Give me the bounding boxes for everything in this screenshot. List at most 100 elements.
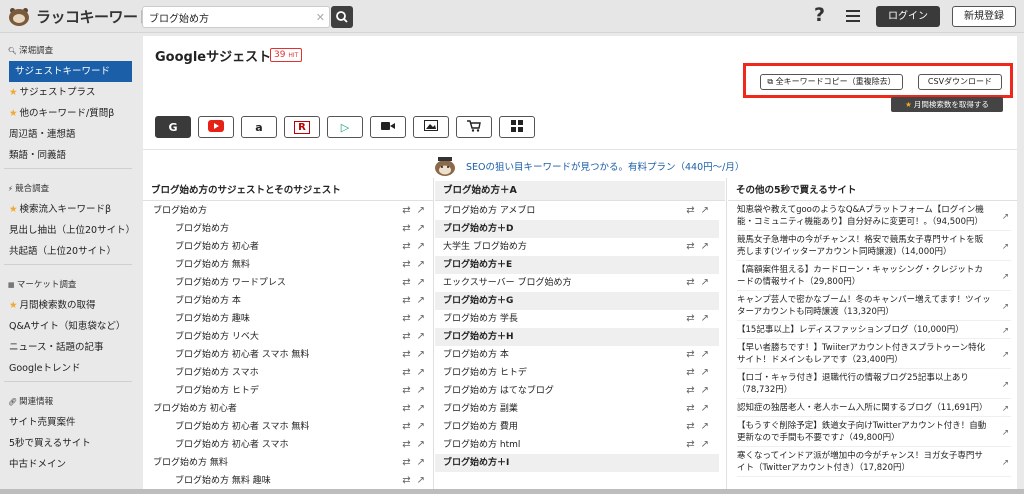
- site-listing[interactable]: 認知症の独居老人・老人ホーム入所に関するブログ（11,691円） ↗: [737, 400, 1011, 417]
- sidebar-item[interactable]: ★ 検索流入キーワードβ: [0, 199, 111, 220]
- keyword-row[interactable]: ブログ始め方 無料 ⇄ ↗: [153, 454, 425, 472]
- external-link-icon[interactable]: ↗: [1002, 427, 1009, 439]
- external-link-icon[interactable]: ↗: [701, 436, 709, 454]
- keyword-row[interactable]: ブログ始め方 はてなブログ ⇄ ↗: [435, 382, 719, 400]
- sidebar-item[interactable]: Q&Aサイト（知恵袋など）: [0, 316, 125, 337]
- keyword-row[interactable]: ブログ始め方 初心者 スマホ ⇄ ↗: [153, 436, 425, 454]
- keyword-row[interactable]: ブログ始め方 スマホ ⇄ ↗: [153, 364, 425, 382]
- external-link-icon[interactable]: ↗: [417, 238, 425, 256]
- sidebar-item[interactable]: ★ 月間検索数の取得: [0, 295, 96, 316]
- engine-button-video[interactable]: [370, 116, 406, 138]
- repeat-icon[interactable]: ⇄: [402, 346, 410, 364]
- keyword-row[interactable]: ブログ始め方 副業 ⇄ ↗: [435, 400, 719, 418]
- external-link-icon[interactable]: ↗: [1002, 211, 1009, 223]
- repeat-icon[interactable]: ⇄: [402, 202, 410, 220]
- external-link-icon[interactable]: ↗: [417, 310, 425, 328]
- keyword-row[interactable]: ブログ始め方 無料 趣味 ⇄ ↗: [153, 472, 425, 490]
- keyword-row[interactable]: ブログ始め方 初心者 ⇄ ↗: [153, 238, 425, 256]
- sidebar-item[interactable]: 5秒で買えるサイト: [0, 433, 91, 454]
- keyword-row[interactable]: ブログ始め方 本 ⇄ ↗: [435, 346, 719, 364]
- search-input[interactable]: [143, 7, 308, 27]
- repeat-icon[interactable]: ⇄: [402, 310, 410, 328]
- keyword-row[interactable]: ブログ始め方 学長 ⇄ ↗: [435, 310, 719, 328]
- external-link-icon[interactable]: ↗: [417, 202, 425, 220]
- repeat-icon[interactable]: ⇄: [686, 382, 694, 400]
- sidebar-item[interactable]: Googleトレンド: [0, 358, 81, 379]
- engine-button-google[interactable]: G: [155, 116, 191, 138]
- external-link-icon[interactable]: ↗: [701, 310, 709, 328]
- repeat-icon[interactable]: ⇄: [402, 382, 410, 400]
- repeat-icon[interactable]: ⇄: [686, 346, 694, 364]
- engine-button-grid[interactable]: [499, 116, 535, 138]
- site-listing[interactable]: 寒くなってインドア派が増加中の今がチャンス！ヨガ女子専門サイト（Twitterア…: [737, 448, 1011, 477]
- keyword-row[interactable]: ブログ始め方 無料 ⇄ ↗: [153, 256, 425, 274]
- repeat-icon[interactable]: ⇄: [402, 400, 410, 418]
- external-link-icon[interactable]: ↗: [701, 418, 709, 436]
- keyword-row[interactable]: ブログ始め方 初心者 スマホ 無料 ⇄ ↗: [153, 346, 425, 364]
- external-link-icon[interactable]: ↗: [417, 220, 425, 238]
- external-link-icon[interactable]: ↗: [701, 238, 709, 256]
- keyword-row[interactable]: 大学生 ブログ始め方 ⇄ ↗: [435, 238, 719, 256]
- repeat-icon[interactable]: ⇄: [402, 328, 410, 346]
- repeat-icon[interactable]: ⇄: [402, 364, 410, 382]
- sidebar-item[interactable]: ニュース・話題の記事: [0, 337, 104, 358]
- csv-download-button[interactable]: CSVダウンロード: [918, 74, 1002, 90]
- external-link-icon[interactable]: ↗: [417, 364, 425, 382]
- external-link-icon[interactable]: ↗: [417, 400, 425, 418]
- engine-button-bing[interactable]: ▷: [327, 116, 363, 138]
- hamburger-menu-icon[interactable]: [846, 10, 860, 25]
- clear-icon[interactable]: ✕: [316, 11, 325, 24]
- keyword-row[interactable]: ブログ始め方 費用 ⇄ ↗: [435, 418, 719, 436]
- repeat-icon[interactable]: ⇄: [686, 310, 694, 328]
- external-link-icon[interactable]: ↗: [701, 274, 709, 292]
- external-link-icon[interactable]: ↗: [701, 382, 709, 400]
- site-listing[interactable]: 【15記事以上】レディスファッションブログ（10,000円） ↗: [737, 322, 1011, 339]
- sidebar-item[interactable]: サジェストキーワード: [9, 61, 132, 82]
- repeat-icon[interactable]: ⇄: [402, 274, 410, 292]
- external-link-icon[interactable]: ↗: [417, 436, 425, 454]
- keyword-row[interactable]: エックスサーバー ブログ始め方 ⇄ ↗: [435, 274, 719, 292]
- external-link-icon[interactable]: ↗: [1002, 271, 1009, 283]
- keyword-row[interactable]: ブログ始め方 ヒトデ ⇄ ↗: [435, 364, 719, 382]
- site-listing[interactable]: 【早い者勝ちです！】Twiiterアカウント付きスプラトゥーン特化サイト！ドメイ…: [737, 340, 1011, 369]
- keyword-row[interactable]: ブログ始め方 趣味 ⇄ ↗: [153, 310, 425, 328]
- site-listing[interactable]: キャンプ芸人で密かなブーム！冬のキャンパー増えてます！ツイッターアカウントも同時…: [737, 292, 1011, 321]
- repeat-icon[interactable]: ⇄: [402, 292, 410, 310]
- site-listing[interactable]: 知恵袋や教えてgooのようなQ&Aプラットフォーム【ログイン機能・コミュニティ機…: [737, 202, 1011, 231]
- site-listing[interactable]: 【ロゴ・キャラ付き】退職代行の情報ブログ25記事以上あり（78,732円） ↗: [737, 370, 1011, 399]
- repeat-icon[interactable]: ⇄: [402, 472, 410, 490]
- keyword-row[interactable]: ブログ始め方 初心者 ⇄ ↗: [153, 400, 425, 418]
- keyword-row[interactable]: ブログ始め方 html ⇄ ↗: [435, 436, 719, 454]
- engine-button-youtube[interactable]: [198, 116, 234, 138]
- external-link-icon[interactable]: ↗: [417, 346, 425, 364]
- sidebar-item[interactable]: 中古ドメイン: [0, 454, 66, 475]
- keyword-row[interactable]: ブログ始め方 ⇄ ↗: [153, 202, 425, 220]
- promo-banner[interactable]: SEOの狙い目キーワードが見つかる。有料プラン（440円〜/月）: [432, 155, 744, 177]
- bottom-scrollbar[interactable]: [0, 489, 1024, 494]
- external-link-icon[interactable]: ↗: [417, 382, 425, 400]
- site-listing[interactable]: 【高額案件狙える】カードローン・キャッシング・クレジットカードの情報サイト（29…: [737, 262, 1011, 291]
- repeat-icon[interactable]: ⇄: [402, 256, 410, 274]
- engine-button-amazon[interactable]: a: [241, 116, 277, 138]
- repeat-icon[interactable]: ⇄: [686, 202, 694, 220]
- repeat-icon[interactable]: ⇄: [686, 400, 694, 418]
- logo[interactable]: ラッコキーワード: [8, 6, 153, 27]
- external-link-icon[interactable]: ↗: [1002, 457, 1009, 469]
- keyword-row[interactable]: ブログ始め方 初心者 スマホ 無料 ⇄ ↗: [153, 418, 425, 436]
- repeat-icon[interactable]: ⇄: [686, 364, 694, 382]
- external-link-icon[interactable]: ↗: [701, 364, 709, 382]
- repeat-icon[interactable]: ⇄: [686, 238, 694, 256]
- sidebar-item[interactable]: サイト売買案件: [0, 412, 76, 433]
- sidebar-item[interactable]: 見出し抽出（上位20サイト）: [0, 220, 135, 241]
- engine-button-image[interactable]: [413, 116, 449, 138]
- external-link-icon[interactable]: ↗: [1002, 325, 1009, 337]
- external-link-icon[interactable]: ↗: [1002, 301, 1009, 313]
- keyword-row[interactable]: ブログ始め方 ワードプレス ⇄ ↗: [153, 274, 425, 292]
- repeat-icon[interactable]: ⇄: [402, 436, 410, 454]
- external-link-icon[interactable]: ↗: [417, 454, 425, 472]
- external-link-icon[interactable]: ↗: [1002, 403, 1009, 415]
- external-link-icon[interactable]: ↗: [701, 400, 709, 418]
- external-link-icon[interactable]: ↗: [417, 418, 425, 436]
- repeat-icon[interactable]: ⇄: [402, 454, 410, 472]
- engine-button-rakuten[interactable]: R: [284, 116, 320, 138]
